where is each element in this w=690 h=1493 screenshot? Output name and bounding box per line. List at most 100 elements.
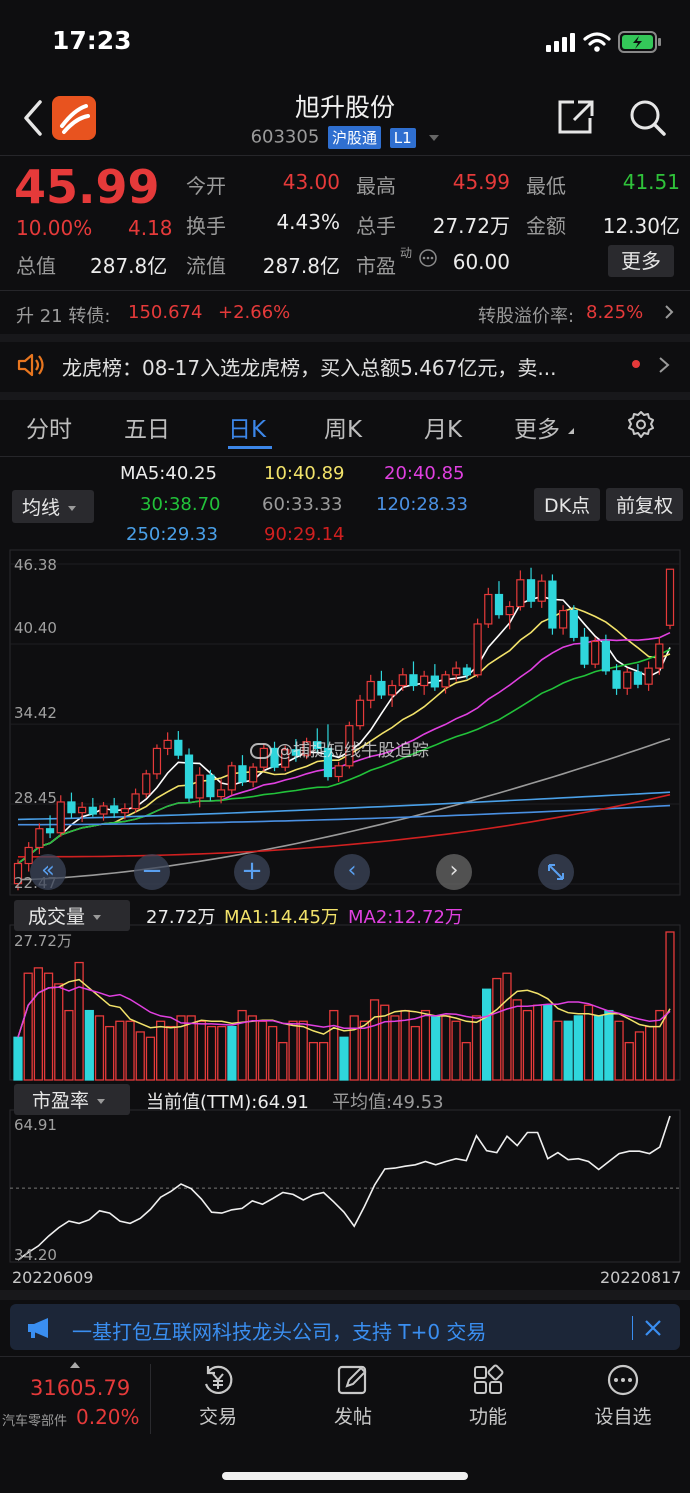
volume-bar (665, 931, 675, 1081)
candle-body (494, 593, 504, 616)
volume-bar (471, 1015, 482, 1081)
turnover-label: 换手 (186, 214, 226, 238)
amount-value: 12.30亿 (602, 214, 680, 238)
bottom-divider (150, 1364, 151, 1434)
fullscreen-button[interactable] (538, 854, 574, 890)
more-icon (607, 1364, 639, 1396)
tab-intraday[interactable]: 分时 (26, 410, 72, 444)
tab-monthly-k[interactable]: 月K (424, 410, 462, 444)
sector-index-value[interactable]: 31605.79 (30, 1376, 130, 1400)
volume-axis-top: 27.72万 (14, 932, 72, 950)
candle-body (152, 747, 162, 775)
close-icon[interactable] (644, 1319, 662, 1337)
panel-frame (9, 549, 681, 896)
search-icon[interactable] (628, 98, 668, 138)
indicator-selector[interactable]: 均线 (12, 490, 94, 523)
tab-weekly-k[interactable]: 周K (324, 410, 362, 444)
stock-code: 603305 (250, 126, 320, 148)
tab-active-indicator (228, 446, 272, 449)
watermark: @捕捉短线牛股追踪 (250, 736, 429, 761)
candle-body (163, 739, 172, 750)
candle-body (665, 568, 675, 626)
candle-body (484, 593, 493, 625)
volume-bar (594, 1015, 604, 1081)
candle-body (88, 806, 97, 815)
status-time: 17:23 (52, 26, 132, 55)
volume-bar (543, 1004, 553, 1081)
volume-bar (64, 1009, 74, 1081)
nav-functions[interactable]: 功能 (433, 1362, 543, 1429)
candle-body (110, 805, 119, 814)
volume-bar (115, 1020, 125, 1081)
candle-body (548, 580, 557, 629)
info-dots-icon[interactable] (418, 248, 438, 268)
candle-body (216, 789, 226, 798)
volume-bar (359, 1020, 369, 1081)
nav-add-watchlist[interactable]: 设自选 (568, 1362, 678, 1429)
pe-line (17, 1115, 671, 1261)
volume-bar (13, 1036, 23, 1081)
share-icon[interactable] (556, 98, 596, 136)
scroll-left-fast-button[interactable]: « (30, 854, 66, 890)
candle-body (206, 774, 215, 798)
volume-bar (329, 1009, 339, 1081)
signal-icon (546, 32, 576, 52)
candle-body (452, 667, 461, 676)
candle-body (56, 801, 65, 834)
more-button[interactable]: 更多 (608, 245, 674, 277)
pe-axis-bottom: 34.20 (14, 1246, 57, 1264)
tab-more[interactable]: 更多 (514, 410, 560, 444)
nav-trade[interactable]: 交易 (163, 1362, 273, 1429)
volume-label: 总手 (356, 214, 396, 238)
volume-bar (634, 1031, 645, 1081)
candle-body (174, 739, 183, 756)
volume-bar (624, 1041, 634, 1081)
volume-indicator-selector[interactable]: 成交量 (14, 900, 130, 931)
home-indicator (222, 1472, 468, 1480)
candle-body (334, 765, 343, 778)
settings-gear-icon[interactable] (626, 410, 656, 440)
volume-bar (451, 1020, 461, 1081)
promo-text: 一基打包互联网科技龙头公司，支持 T+0 交易 (72, 1320, 487, 1344)
nav-post[interactable]: 发帖 (298, 1362, 408, 1429)
banner-divider (632, 1316, 633, 1340)
chevron-right-icon[interactable] (658, 356, 670, 374)
dk-point-button[interactable]: DK点 (534, 488, 601, 521)
volume-bar (257, 1020, 268, 1081)
scroll-right-button[interactable]: › (436, 854, 472, 890)
index-up-arrow (70, 1362, 80, 1368)
candle-body (580, 636, 589, 665)
ma120-value: 120:28.33 (376, 494, 468, 515)
volume-value: 27.72万 (432, 214, 510, 238)
candle-body (131, 793, 140, 810)
candle-body (623, 671, 632, 689)
amount-label: 金额 (526, 214, 566, 238)
tab-five-day[interactable]: 五日 (124, 410, 170, 444)
premium-value: 8.25% (586, 302, 644, 323)
volume-bar (420, 1009, 431, 1081)
zoom-out-button[interactable]: − (134, 854, 170, 890)
forward-adjust-button[interactable]: 前复权 (606, 488, 684, 521)
weibo-icon (250, 743, 272, 759)
turnover-value: 4.43% (276, 210, 340, 234)
candle-body (24, 846, 33, 865)
news-ticker[interactable]: 龙虎榜：08-17入选龙虎榜，买入总额5.467亿元，卖... (62, 352, 612, 381)
low-label: 最低 (526, 174, 566, 198)
zoom-in-button[interactable]: + (234, 854, 270, 890)
scroll-left-button[interactable]: ‹ (334, 854, 370, 890)
volume-bar (217, 1025, 227, 1081)
candle-body (377, 680, 386, 696)
candle-body (601, 640, 610, 672)
ma20-value: 20:40.85 (384, 463, 465, 484)
candle-body (569, 609, 578, 638)
tab-daily-k[interactable]: 日K (228, 410, 266, 444)
chevron-right-icon[interactable] (664, 304, 674, 320)
open-label: 今开 (186, 174, 226, 198)
candle-body (633, 671, 643, 685)
volume-bar (23, 972, 33, 1081)
candle-body (238, 765, 247, 783)
volume-bar (84, 1009, 94, 1081)
candle-body (644, 667, 653, 685)
date-end: 20220817 (600, 1268, 682, 1287)
pe-indicator-selector[interactable]: 市盈率 (14, 1084, 130, 1115)
